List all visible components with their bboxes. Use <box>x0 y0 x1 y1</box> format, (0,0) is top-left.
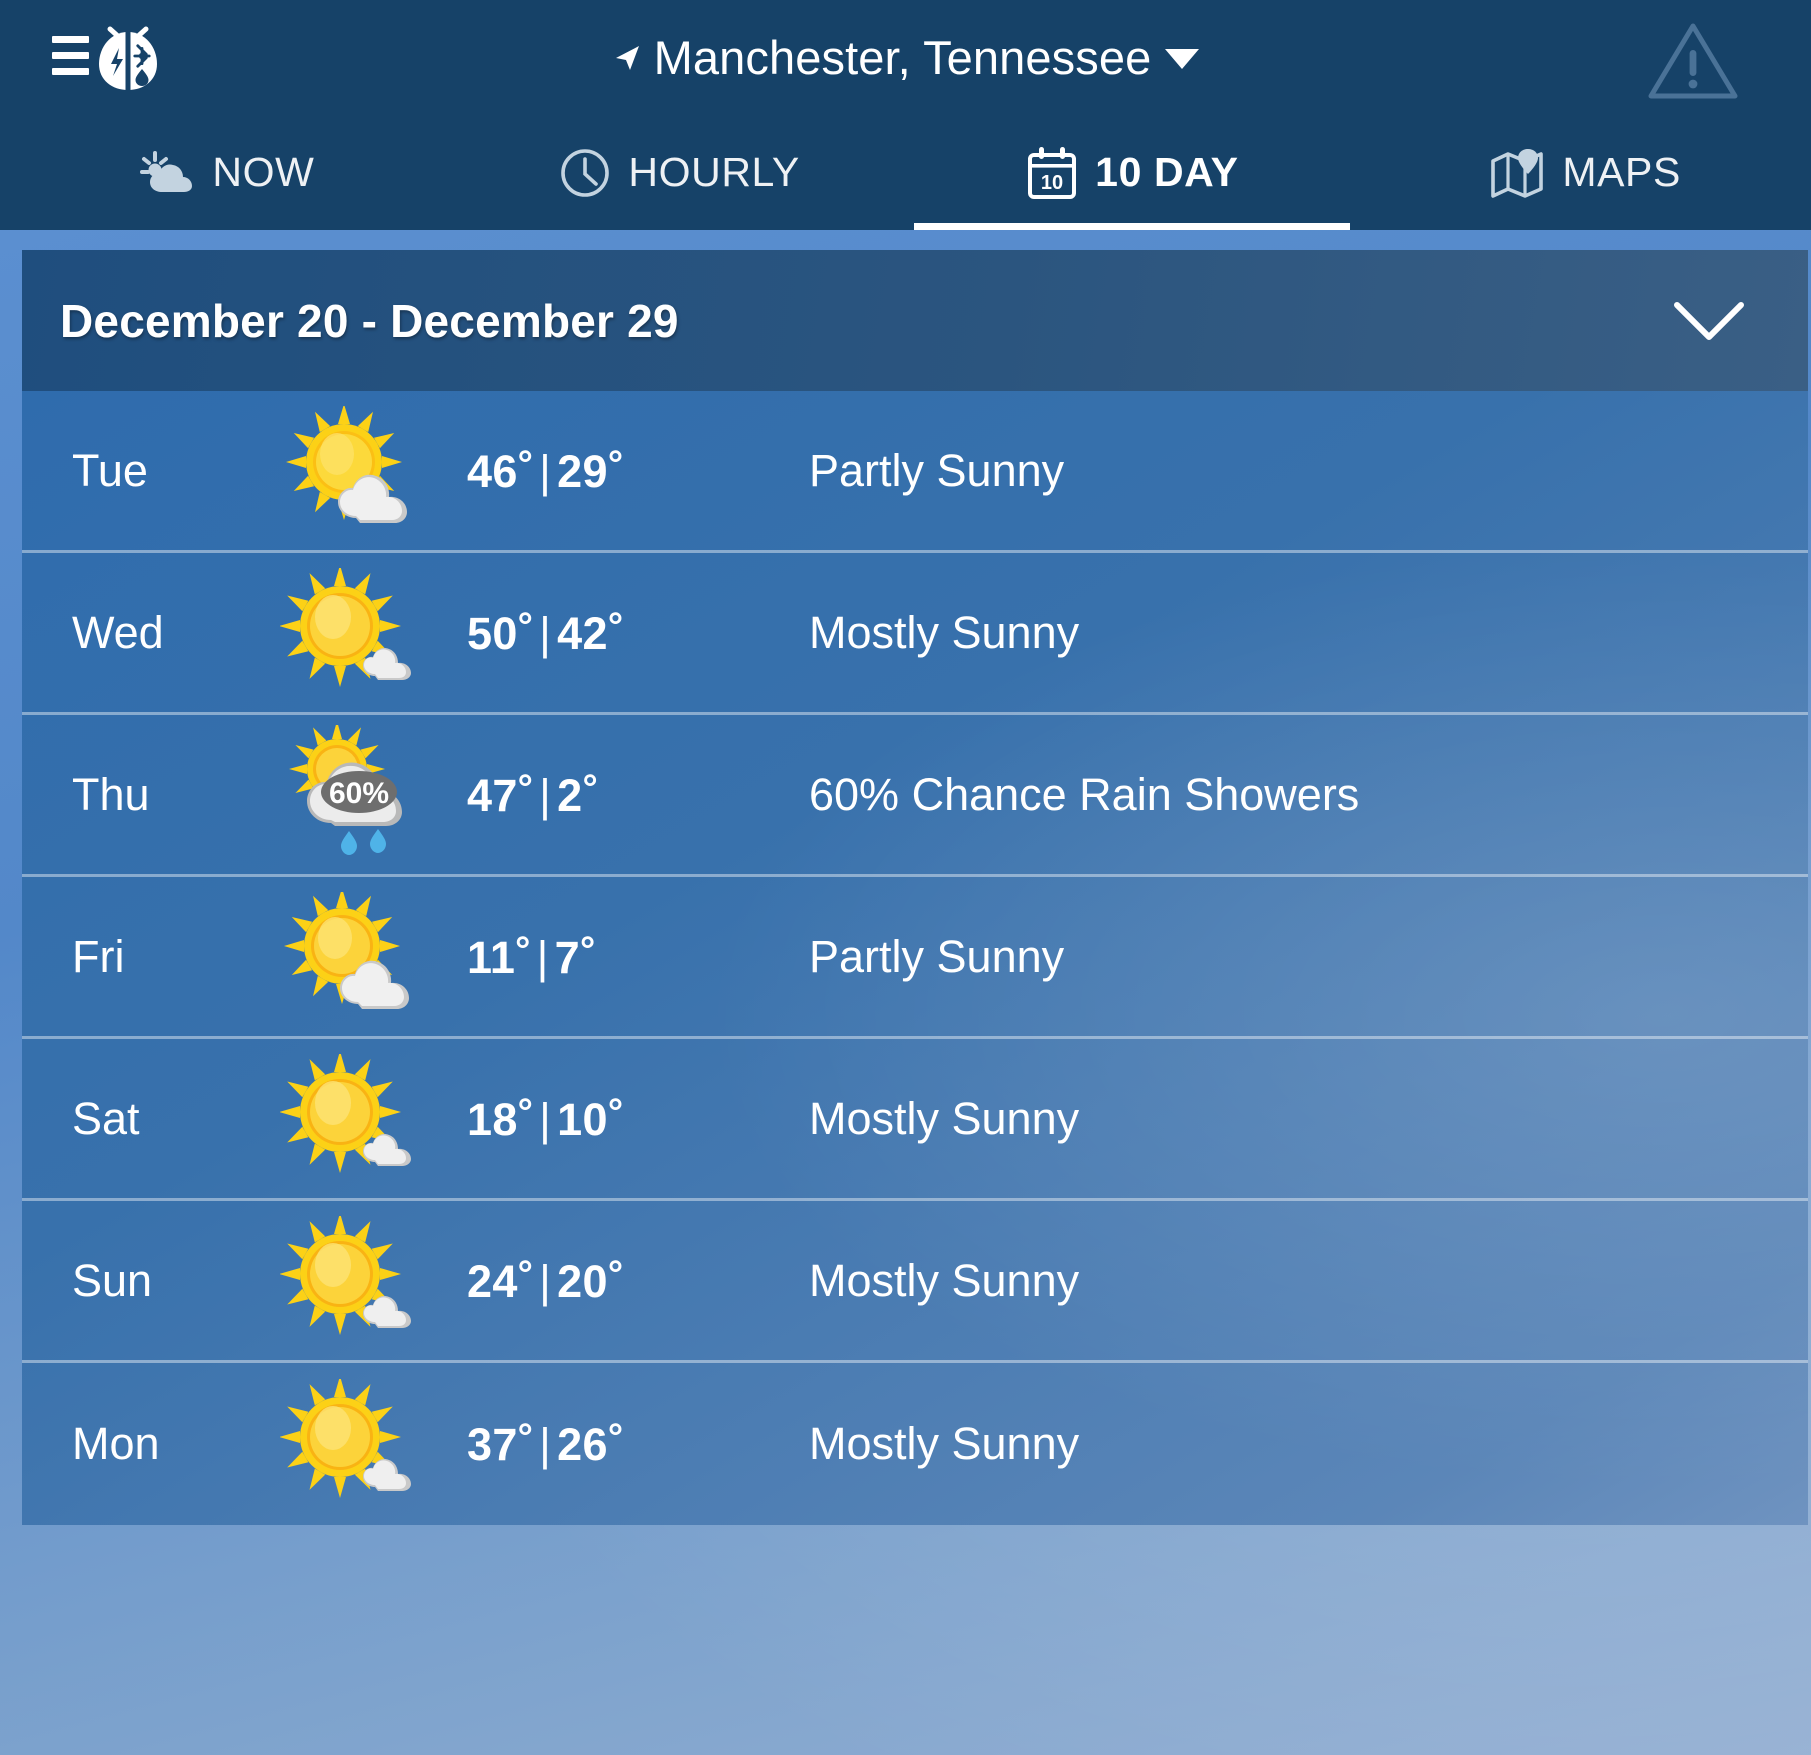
chevron-down-icon <box>1165 48 1200 69</box>
high-temp: 50 <box>467 607 518 659</box>
temp-separator: | <box>539 769 552 821</box>
top-navigation-bar: Manchester, Tennessee NOW HOURLY 10 10 D… <box>0 0 1811 230</box>
degree-symbol: ° <box>515 929 531 972</box>
low-temp: 20 <box>557 1255 608 1307</box>
table-row[interactable]: Tue 46° | 29° Partly Sunny <box>22 391 1808 553</box>
forecast-temperature: 24° | 20° <box>467 1254 767 1308</box>
low-temp: 10 <box>557 1093 608 1145</box>
table-row[interactable]: Wed 50° | 42° Mostly Sunny <box>22 553 1808 715</box>
degree-symbol: ° <box>582 767 598 810</box>
forecast-day-label: Wed <box>72 606 164 658</box>
temp-separator: | <box>539 1255 552 1307</box>
forecast-day-label: Fri <box>72 930 125 982</box>
degree-symbol: ° <box>607 1417 624 1459</box>
table-row[interactable]: Sun 24° | 20° Mostly Sunny <box>22 1201 1808 1363</box>
tab-now[interactable]: NOW <box>0 115 453 230</box>
tab-10-day-label: 10 DAY <box>1095 149 1239 195</box>
temp-separator: | <box>539 445 552 497</box>
degree-symbol: ° <box>607 1253 624 1296</box>
forecast-temperature: 50° | 42° <box>467 606 767 660</box>
high-temp: 24 <box>467 1255 518 1307</box>
low-temp: 26 <box>557 1419 608 1470</box>
navigation-arrow-icon <box>615 45 639 70</box>
location-name: Manchester, Tennessee <box>653 31 1152 84</box>
degree-symbol: ° <box>517 443 534 486</box>
svg-text:10: 10 <box>1041 172 1063 194</box>
temp-separator: | <box>539 607 552 659</box>
forecast-day-label: Tue <box>72 444 148 496</box>
forecast-day-label: Mon <box>72 1418 160 1469</box>
degree-symbol: ° <box>517 1091 534 1134</box>
forecast-day-label: Sat <box>72 1092 140 1144</box>
degree-symbol: ° <box>607 443 624 486</box>
forecast-temperature: 37° | 26° <box>467 1417 767 1471</box>
main-tab-bar: NOW HOURLY 10 10 DAY MAPS <box>0 115 1811 230</box>
table-row[interactable]: Mon 37° | 26° Mostly Sunny <box>22 1363 1808 1525</box>
partly-sunny-icon <box>252 405 467 536</box>
date-range-header[interactable]: December 20 - December 29 <box>22 250 1808 391</box>
temp-separator: | <box>536 931 549 983</box>
forecast-description: Mostly Sunny <box>809 606 1080 658</box>
low-temp: 42 <box>557 607 608 659</box>
degree-symbol: ° <box>517 1417 534 1459</box>
forecast-description: Mostly Sunny <box>809 1254 1080 1306</box>
forecast-description: Mostly Sunny <box>809 1418 1080 1469</box>
degree-symbol: ° <box>517 767 534 810</box>
ten-day-forecast-card: December 20 - December 29 Tue 46° | 29° … <box>22 250 1808 1755</box>
map-pin-icon <box>1488 145 1546 201</box>
forecast-day-label: Sun <box>72 1254 153 1306</box>
temp-separator: | <box>539 1093 552 1145</box>
temp-separator: | <box>539 1419 552 1470</box>
precip-chance-badge: 60% <box>328 777 388 810</box>
top-bar-row: Manchester, Tennessee <box>0 0 1811 115</box>
tab-maps-label: MAPS <box>1562 149 1681 195</box>
high-temp: 37 <box>467 1419 518 1470</box>
forecast-description: Partly Sunny <box>809 444 1065 496</box>
calendar-10-icon: 10 <box>1025 145 1079 201</box>
chevron-down-icon[interactable] <box>1672 299 1746 343</box>
low-temp: 29 <box>557 445 608 497</box>
location-selector[interactable]: Manchester, Tennessee <box>0 0 1811 115</box>
tab-hourly-label: HOURLY <box>628 149 800 195</box>
forecast-description: 60% Chance Rain Showers <box>809 768 1360 820</box>
high-temp: 46 <box>467 445 518 497</box>
tab-maps[interactable]: MAPS <box>1358 115 1811 230</box>
table-row[interactable]: Fri 11° | 7° Partly Sunny <box>22 877 1808 1039</box>
degree-symbol: ° <box>607 1091 624 1134</box>
forecast-temperature: 11° | 7° <box>467 930 767 984</box>
tab-now-label: NOW <box>212 149 315 195</box>
table-row[interactable]: Thu 60% 47° | 2° 60% Chance Rain Showers <box>22 715 1808 877</box>
table-row[interactable]: Sat 18° | 10° Mostly Sunny <box>22 1039 1808 1201</box>
clock-icon <box>558 146 612 200</box>
degree-symbol: ° <box>580 929 596 972</box>
low-temp: 7 <box>554 931 580 983</box>
forecast-description: Mostly Sunny <box>809 1092 1080 1144</box>
forecast-temperature: 46° | 29° <box>467 444 767 498</box>
high-temp: 11 <box>467 931 516 983</box>
forecast-temperature: 47° | 2° <box>467 768 767 822</box>
degree-symbol: ° <box>517 1253 534 1296</box>
forecast-row-list: Tue 46° | 29° Partly Sunny Wed 50° | 42°… <box>22 391 1808 1525</box>
tab-hourly[interactable]: HOURLY <box>453 115 906 230</box>
mostly-sunny-icon <box>252 1215 467 1346</box>
forecast-temperature: 18° | 10° <box>467 1092 767 1146</box>
forecast-description: Partly Sunny <box>809 930 1065 982</box>
degree-symbol: ° <box>517 605 534 648</box>
high-temp: 18 <box>467 1093 518 1145</box>
warning-triangle-icon[interactable] <box>1645 18 1741 104</box>
degree-symbol: ° <box>607 605 624 648</box>
low-temp: 2 <box>557 769 583 821</box>
forecast-page: December 20 - December 29 Tue 46° | 29° … <box>0 230 1811 1755</box>
mostly-sunny-icon <box>252 1379 467 1509</box>
tab-10-day[interactable]: 10 10 DAY <box>906 115 1359 230</box>
date-range-title: December 20 - December 29 <box>60 294 679 347</box>
mostly-sunny-icon <box>252 1053 467 1184</box>
mostly-sunny-icon <box>252 567 467 698</box>
rain-showers-60-icon: 60% <box>252 724 467 865</box>
sun-cloud-icon <box>138 148 196 198</box>
partly-sunny-icon <box>252 891 467 1022</box>
forecast-day-label: Thu <box>72 768 150 820</box>
high-temp: 47 <box>467 769 518 821</box>
